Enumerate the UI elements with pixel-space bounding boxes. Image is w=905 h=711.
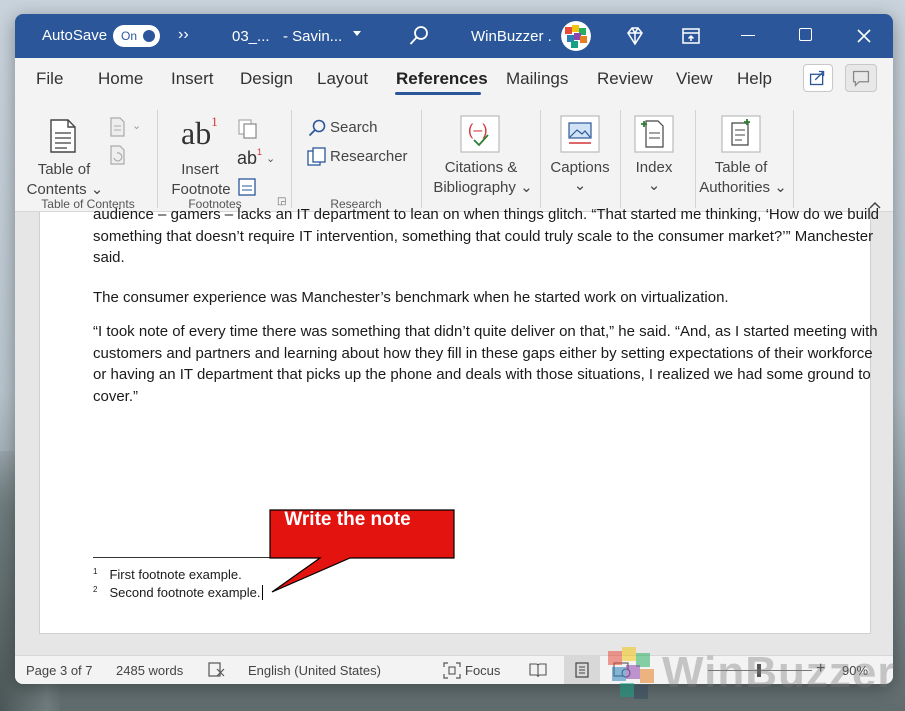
- close-icon[interactable]: [853, 25, 875, 47]
- comments-button[interactable]: [845, 64, 877, 92]
- chevron-down-icon: ⌄: [573, 177, 587, 194]
- active-tab-indicator: [395, 92, 481, 95]
- toc-label-1: Table of: [37, 161, 91, 178]
- captions-icon: [560, 115, 600, 153]
- save-status[interactable]: - Savin...: [283, 28, 342, 45]
- title-bar: AutoSave On ›› 03_... - Savin... WinBuzz…: [15, 14, 893, 58]
- show-notes-icon[interactable]: [237, 177, 257, 197]
- update-table-icon[interactable]: [108, 144, 128, 166]
- body-paragraph[interactable]: audience – gamers – lacks an IT departme…: [93, 204, 883, 269]
- body-paragraph[interactable]: “I took note of every time there was som…: [93, 321, 883, 408]
- print-layout-icon: [575, 662, 589, 678]
- group-separator: [291, 110, 292, 208]
- tab-home[interactable]: Home: [98, 69, 143, 89]
- tab-review[interactable]: Review: [597, 69, 653, 89]
- search-icon: [308, 119, 326, 137]
- callout-text: Write the note: [284, 509, 411, 530]
- footnote-2[interactable]: 2 Second footnote example.: [93, 585, 263, 600]
- diamond-icon[interactable]: [624, 25, 646, 47]
- share-button[interactable]: [803, 64, 833, 92]
- next-footnote-icon[interactable]: ab1: [237, 147, 262, 169]
- svg-text:(–): (–): [468, 122, 488, 139]
- footnote-icon: ab1: [181, 114, 218, 151]
- tab-file[interactable]: File: [36, 69, 63, 89]
- authorities-label-2: Authorities ⌄: [699, 179, 787, 196]
- search-label: Search: [330, 119, 378, 136]
- page-count[interactable]: Page 3 of 7: [26, 663, 93, 678]
- autosave-label: AutoSave: [42, 27, 108, 44]
- footnote-1[interactable]: 1 First footnote example.: [93, 567, 242, 582]
- autosave-state: On: [121, 29, 138, 43]
- index-label: Index: [635, 159, 673, 176]
- comment-icon: [852, 70, 870, 87]
- word-count[interactable]: 2485 words: [116, 663, 183, 678]
- proofing-icon[interactable]: [208, 662, 226, 678]
- citation-icon: (–): [460, 115, 500, 153]
- citations-label-1: Citations &: [444, 159, 518, 176]
- tab-layout[interactable]: Layout: [317, 69, 368, 89]
- focus-button[interactable]: Focus: [465, 663, 500, 678]
- toggle-knob: [143, 30, 155, 42]
- group-separator: [421, 110, 422, 208]
- autosave-toggle[interactable]: On: [113, 25, 160, 47]
- read-mode-icon[interactable]: [529, 662, 547, 678]
- focus-icon[interactable]: [443, 662, 461, 679]
- tab-insert[interactable]: Insert: [171, 69, 214, 89]
- authorities-label-1: Table of: [714, 159, 768, 176]
- language[interactable]: English (United States): [248, 663, 381, 678]
- tab-view[interactable]: View: [676, 69, 713, 89]
- ribbon-tabs: File Home Insert Design Layout Reference…: [15, 58, 893, 100]
- ribbon-display-icon[interactable]: [681, 26, 701, 46]
- index-icon: [634, 115, 674, 153]
- insert-endnote-icon[interactable]: [237, 118, 259, 140]
- tab-help[interactable]: Help: [737, 69, 772, 89]
- chevron-down-icon[interactable]: ⌄: [132, 119, 141, 132]
- body-paragraph[interactable]: The consumer experience was Manchester’s…: [93, 287, 883, 309]
- group-separator: [620, 110, 621, 208]
- chevron-down-icon[interactable]: ⌄: [266, 152, 275, 165]
- group-separator: [157, 110, 158, 208]
- document-icon: [50, 119, 76, 153]
- share-icon: [809, 70, 825, 86]
- avatar[interactable]: [561, 21, 591, 51]
- citations-label-2: Bibliography ⌄: [433, 179, 533, 196]
- chevron-down-icon: ⌄: [647, 177, 661, 194]
- captions-label: Captions: [550, 159, 610, 176]
- group-separator: [793, 110, 794, 208]
- ribbon: Table of Contents ⌄ ⌄ Table of Contents …: [15, 100, 893, 212]
- minimize-button[interactable]: [741, 35, 755, 36]
- search-icon[interactable]: [408, 25, 430, 47]
- add-text-icon[interactable]: [108, 116, 128, 138]
- authorities-icon: [721, 115, 761, 153]
- chevron-down-icon[interactable]: [353, 31, 361, 36]
- maximize-button[interactable]: [799, 28, 812, 41]
- watermark-text: WinBuzzer: [662, 648, 896, 697]
- document-name[interactable]: 03_...: [232, 28, 270, 45]
- researcher-label: Researcher: [330, 148, 408, 165]
- tab-mailings[interactable]: Mailings: [506, 69, 568, 89]
- researcher-icon: [307, 147, 326, 166]
- footnote-label-1: Insert: [181, 161, 219, 178]
- more-commands-button[interactable]: ››: [178, 26, 189, 44]
- tab-design[interactable]: Design: [240, 69, 293, 89]
- tab-references[interactable]: References: [396, 69, 488, 89]
- group-separator: [540, 110, 541, 208]
- user-name[interactable]: WinBuzzer .: [471, 28, 552, 45]
